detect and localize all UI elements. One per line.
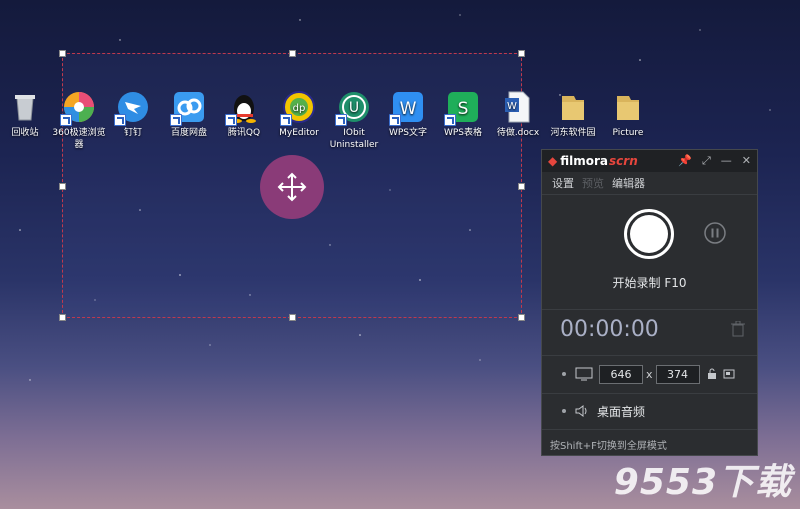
shortcut-arrow-icon <box>280 114 292 126</box>
folder-icon <box>611 90 645 124</box>
360-browser-icon <box>60 90 96 126</box>
record-timer: 00:00:00 <box>560 317 659 342</box>
icon-label: 百度网盘 <box>170 128 207 138</box>
filmora-logo-icon: ◆ <box>548 154 558 168</box>
fullscreen-hint: 按Shift+F切换到全屏模式 <box>550 441 667 452</box>
trash-icon[interactable] <box>731 321 745 337</box>
region-select-icon[interactable] <box>723 368 735 380</box>
shortcut-arrow-icon <box>225 114 237 126</box>
filmora-recorder-panel: ◆ filmora scrn 📌 ⤢ — ✕ 设置 预览 编辑器 开始录制 F1… <box>541 149 758 456</box>
record-button[interactable] <box>624 209 674 259</box>
iobit-uninstaller-icon: U <box>335 90 371 126</box>
move-arrows-icon <box>277 172 307 202</box>
record-section <box>542 195 757 310</box>
icon-label: 360极速浏览器 <box>52 128 106 150</box>
close-icon[interactable]: ✕ <box>742 154 751 168</box>
menu-preview[interactable]: 预览 <box>582 175 604 191</box>
wps-spreadsheet-icon: S <box>444 90 480 126</box>
icon-label: IObit Uninstaller <box>329 128 379 150</box>
start-record-label: 开始录制 F10 <box>612 276 687 290</box>
monitor-icon[interactable] <box>575 367 593 381</box>
menu-settings[interactable]: 设置 <box>552 175 574 191</box>
speaker-icon[interactable] <box>575 404 591 418</box>
icon-label: Picture <box>612 128 644 138</box>
desktop-icon-baidu-netdisk[interactable]: 百度网盘 <box>158 90 220 139</box>
desktop-icon-word-doc[interactable]: W 待做.docx <box>487 90 549 139</box>
filmora-logo: ◆ filmora scrn <box>548 154 638 168</box>
timer-section: 00:00:00 <box>542 305 757 356</box>
resize-handle-w[interactable] <box>59 183 66 190</box>
recycle-bin-icon <box>8 90 42 124</box>
desktop-icon-wps-writer[interactable]: W WPS文字 <box>377 90 439 139</box>
shortcut-arrow-icon <box>444 114 456 126</box>
resize-handle-ne[interactable] <box>518 50 525 57</box>
shortcut-arrow-icon <box>335 114 347 126</box>
shortcut-arrow-icon <box>60 114 72 126</box>
bullet-dot <box>562 409 566 413</box>
lock-icon[interactable] <box>706 368 718 380</box>
dingtalk-icon <box>114 90 150 126</box>
icon-label: 河东软件园 <box>550 128 596 138</box>
shortcut-arrow-icon <box>114 114 126 126</box>
height-input[interactable]: 374 <box>655 364 700 384</box>
icon-label: 腾讯QQ <box>227 128 261 138</box>
icon-label: WPS表格 <box>443 128 483 138</box>
move-region-button[interactable] <box>260 155 324 219</box>
watermark-logo: 9553下载 <box>613 462 792 503</box>
icon-label: WPS文字 <box>388 128 428 138</box>
shortcut-arrow-icon <box>389 114 401 126</box>
expand-icon[interactable]: ⤢ <box>702 154 711 168</box>
icon-label: MyEditor <box>279 128 319 138</box>
desktop-icon-qq[interactable]: 腾讯QQ <box>213 90 275 139</box>
icon-label: 钉钉 <box>123 128 142 138</box>
record-circle-icon <box>630 215 668 253</box>
icon-label: 待做.docx <box>496 128 540 138</box>
desktop-icon-myeditor[interactable]: dp MyEditor <box>268 90 330 139</box>
myeditor-icon: dp <box>280 90 316 126</box>
svg-text:U: U <box>349 100 359 116</box>
pin-icon[interactable]: 📌 <box>678 154 692 168</box>
desktop-audio-label[interactable]: 桌面音频 <box>597 403 645 420</box>
menu-editor[interactable]: 编辑器 <box>612 175 645 191</box>
desktop-icon-dingtalk[interactable]: 钉钉 <box>102 90 164 139</box>
panel-titlebar[interactable]: ◆ filmora scrn 📌 ⤢ — ✕ <box>542 150 757 172</box>
audio-row: 桌面音频 <box>542 393 757 430</box>
desktop-icon-wps-spreadsheet[interactable]: S WPS表格 <box>432 90 494 139</box>
svg-text:W: W <box>507 101 517 112</box>
size-times: x <box>646 367 653 381</box>
panel-menu: 设置 预览 编辑器 <box>542 172 757 195</box>
resize-handle-nw[interactable] <box>59 50 66 57</box>
desktop-icon-360-browser[interactable]: 360极速浏览器 <box>48 90 110 151</box>
pause-button[interactable] <box>703 221 727 245</box>
shortcut-arrow-icon <box>170 114 182 126</box>
resize-handle-n[interactable] <box>289 50 296 57</box>
svg-text:dp: dp <box>293 103 306 114</box>
brand-suffix: scrn <box>609 154 638 168</box>
resize-handle-s[interactable] <box>289 314 296 321</box>
desktop-icon-folder-hedong[interactable]: 河东软件园 <box>542 90 604 139</box>
baidu-netdisk-icon <box>170 90 206 126</box>
svg-text:W: W <box>400 99 417 119</box>
brand-name: filmora <box>560 154 609 168</box>
desktop-icon-iobit[interactable]: U IObit Uninstaller <box>323 90 385 151</box>
wps-writer-icon: W <box>389 90 425 126</box>
region-size-row: 646 x 374 <box>542 355 757 394</box>
width-input[interactable]: 646 <box>599 364 643 384</box>
folder-icon <box>556 90 590 124</box>
qq-penguin-icon <box>225 90 261 126</box>
minimize-icon[interactable]: — <box>721 154 732 168</box>
svg-text:S: S <box>458 99 469 119</box>
bullet-dot <box>562 372 566 376</box>
resize-handle-se[interactable] <box>518 314 525 321</box>
resize-handle-sw[interactable] <box>59 314 66 321</box>
word-doc-icon: W <box>501 90 535 124</box>
resize-handle-e[interactable] <box>518 183 525 190</box>
desktop-icon-folder-picture[interactable]: Picture <box>597 90 659 139</box>
